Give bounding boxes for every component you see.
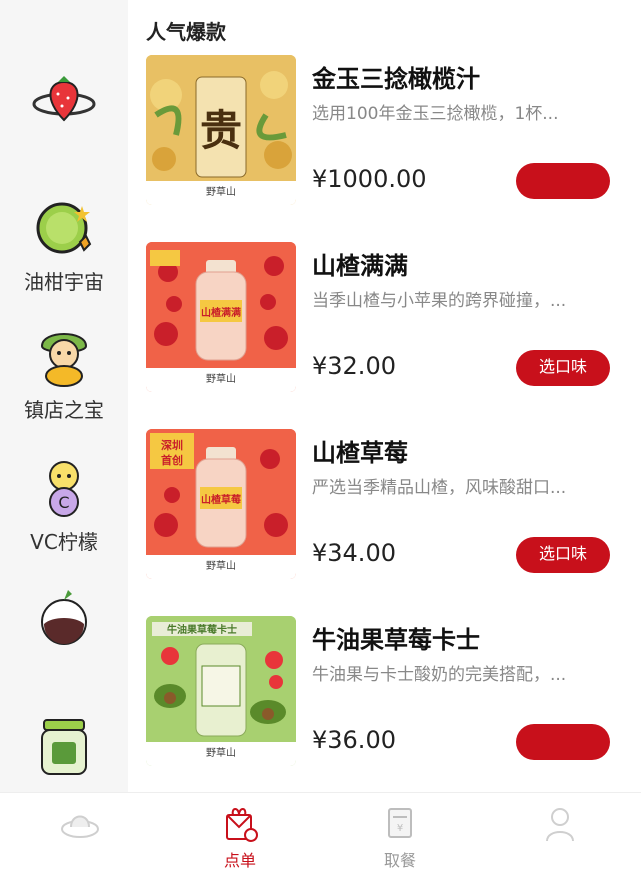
sidebar-item-0[interactable] — [0, 70, 128, 144]
product-card[interactable]: 贵 野草山 金玉三捻橄榄汁 选用100年金玉三捻橄榄，1杯... ¥1000.0… — [128, 55, 641, 225]
product-description: 选用100年金玉三捻橄榄，1杯... — [312, 104, 559, 124]
mascot-icon — [40, 333, 88, 387]
product-description: 牛油果与卡士酸奶的完美搭配，... — [312, 665, 567, 685]
product-description: 严选当季精品山楂，风味酸甜口... — [312, 478, 567, 498]
product-card[interactable]: 牛油果草莓卡士 野草山 牛油果草莓卡士 牛油果与卡士酸奶的完美搭配，... ¥3… — [128, 616, 641, 786]
order-gift-icon — [226, 808, 258, 842]
product-price: ¥32.00 — [312, 352, 396, 380]
sidebar-item-zhendianzhibao[interactable]: 镇店之宝 — [0, 324, 128, 422]
svg-text:山楂草莓: 山楂草莓 — [201, 493, 241, 506]
brand-label: 野草山 — [146, 181, 296, 205]
svg-text:山楂满满: 山楂满满 — [201, 306, 241, 319]
category-sidebar: 油柑宇宙 镇店之宝 C VC柠檬 — [0, 0, 128, 792]
brand-label: 野草山 — [146, 742, 296, 766]
product-description: 当季山楂与小苹果的跨界碰撞，... — [312, 291, 567, 311]
svg-text:深圳: 深圳 — [161, 438, 183, 452]
svg-text:首创: 首创 — [161, 453, 183, 467]
product-image[interactable]: 贵 野草山 — [146, 55, 296, 205]
bottom-tab-bar: 点单 ¥ 取餐 — [0, 792, 641, 876]
product-image[interactable]: 深圳 首创 山楂草莓 野草山 — [146, 429, 296, 579]
product-price: ¥1000.00 — [312, 165, 427, 193]
product-list: 人气爆款 贵 野草山 金玉三捻橄榄汁 选用100年金玉三捻橄榄，1杯... ¥1… — [128, 0, 641, 792]
fruit-cup-icon — [41, 590, 87, 645]
product-name: 山楂满满 — [312, 252, 408, 280]
product-image[interactable]: 山楂满满 野草山 — [146, 242, 296, 392]
pickup-receipt-icon: ¥ — [388, 808, 412, 838]
product-card[interactable]: 深圳 首创 山楂草莓 野草山 山楂草莓 严选当季精品山楂，风味酸甜口... ¥3… — [128, 429, 641, 599]
select-flavor-button[interactable]: 选口味 — [516, 350, 610, 386]
brand-label: 野草山 — [146, 368, 296, 392]
tab-pickup[interactable]: ¥ 取餐 — [350, 803, 450, 871]
svg-text:牛油果草莓卡士: 牛油果草莓卡士 — [167, 623, 237, 636]
sidebar-item-5[interactable] — [0, 714, 128, 788]
product-image[interactable]: 牛油果草莓卡士 野草山 — [146, 616, 296, 766]
tab-order[interactable]: 点单 — [190, 803, 290, 871]
lemon-character-icon: C — [49, 461, 79, 517]
product-price: ¥36.00 — [312, 726, 396, 754]
sold-out-button[interactable] — [516, 163, 610, 199]
planet-strawberry-icon — [32, 76, 96, 122]
tab-home[interactable] — [30, 803, 130, 847]
sidebar-item-youganyuzhou[interactable]: 油柑宇宙 — [0, 196, 128, 294]
sidebar-item-vcningmeng[interactable]: C VC柠檬 — [0, 456, 128, 554]
jar-icon — [41, 719, 87, 775]
select-flavor-button[interactable]: 选口味 — [516, 537, 610, 573]
tab-profile[interactable] — [510, 803, 610, 847]
brand-label: 野草山 — [146, 555, 296, 579]
svg-text:贵: 贵 — [200, 106, 242, 155]
section-title: 人气爆款 — [146, 20, 226, 44]
sold-out-button[interactable] — [516, 724, 610, 760]
lime-character-icon — [36, 202, 92, 254]
product-name: 金玉三捻橄榄汁 — [312, 65, 480, 93]
svg-text:¥: ¥ — [397, 823, 403, 834]
profile-icon — [546, 808, 574, 842]
product-name: 牛油果草莓卡士 — [312, 626, 480, 654]
product-price: ¥34.00 — [312, 539, 396, 567]
sidebar-item-4[interactable] — [0, 586, 128, 660]
product-card[interactable]: 山楂满满 野草山 山楂满满 当季山楂与小苹果的跨界碰撞，... ¥32.00 选… — [128, 242, 641, 412]
svg-text:C: C — [58, 493, 69, 512]
home-icon — [61, 815, 99, 838]
product-name: 山楂草莓 — [312, 439, 408, 467]
